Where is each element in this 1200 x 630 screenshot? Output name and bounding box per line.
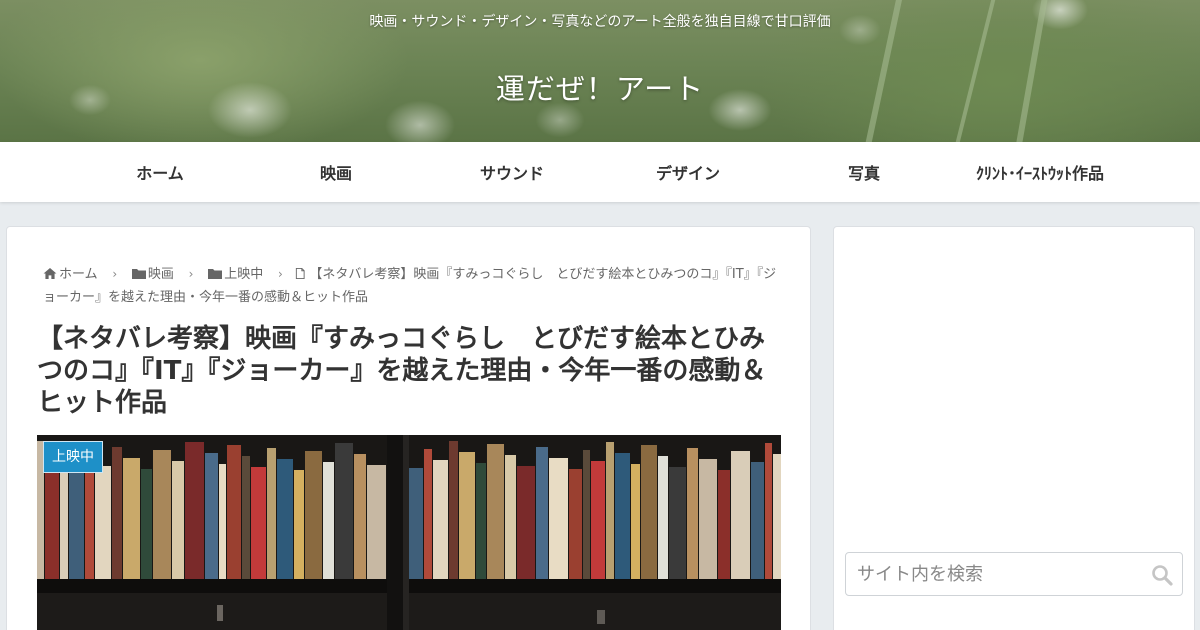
nav-item-home[interactable]: ホーム — [72, 142, 248, 202]
site-title[interactable]: 運だぜ！アート — [0, 66, 1200, 108]
search-icon[interactable] — [1150, 563, 1174, 587]
book-spine — [773, 454, 781, 579]
book-spine — [227, 445, 241, 579]
book-spine — [354, 454, 366, 579]
breadcrumb: ホーム › 映画 › 上映中 › 【ネタバレ考察】映画『すみっコぐらし とびだす… — [43, 263, 783, 309]
book-spine — [687, 448, 698, 579]
nav-item-movie[interactable]: 映画 — [248, 142, 424, 202]
book-spine — [536, 447, 548, 579]
book-spine — [505, 455, 516, 579]
folder-icon — [208, 269, 223, 279]
book-spine — [476, 463, 486, 579]
breadcrumb-category-label: 映画 — [147, 267, 174, 282]
breadcrumb-subcategory[interactable]: 上映中 — [204, 267, 267, 282]
book-spine — [459, 452, 475, 579]
book-spine — [699, 459, 717, 579]
breadcrumb-home-label: ホーム — [59, 267, 98, 282]
article-title: 【ネタバレ考察】映画『すみっコぐらし とびだす絵本とひみつのコ』『IT』『ジョー… — [37, 324, 767, 418]
category-badge[interactable]: 上映中 — [43, 441, 103, 473]
site-tagline: 映画・サウンド・デザイン・写真などのアート全般を独自目線で甘口評価 — [369, 14, 831, 30]
book-spine — [323, 462, 334, 579]
book-spine — [205, 453, 218, 579]
book-spine — [549, 458, 568, 579]
global-nav: ホーム 映画 サウンド デザイン 写真 ｸﾘﾝﾄ･ｲｰｽﾄｳｯﾄ作品 — [0, 142, 1200, 202]
book-spine — [251, 467, 266, 579]
book-spine — [185, 442, 204, 579]
book-spine — [424, 449, 432, 579]
eyecatch-image: 上映中 — [37, 435, 781, 630]
book-spine — [591, 461, 605, 579]
sidebar — [833, 226, 1195, 630]
book-spine — [615, 453, 630, 579]
book-spine — [765, 443, 772, 579]
site-header: 映画・サウンド・デザイン・写真などのアート全般を独自目線で甘口評価 運だぜ！アー… — [0, 0, 1200, 142]
book-spine — [569, 469, 582, 579]
search-input[interactable] — [846, 553, 1136, 595]
book-spine — [305, 451, 322, 579]
nav-item-sound[interactable]: サウンド — [424, 142, 600, 202]
book-spine — [658, 456, 668, 579]
nav-item-photo[interactable]: 写真 — [776, 142, 952, 202]
book-spine — [242, 456, 250, 579]
book-spine — [731, 451, 750, 579]
book-spine — [219, 464, 226, 579]
book-spine — [669, 467, 686, 579]
home-icon — [43, 268, 57, 279]
book-spine — [294, 470, 304, 579]
book-spine — [517, 466, 535, 579]
book-spine — [433, 460, 448, 579]
chevron-right-icon: › — [112, 267, 118, 281]
article-card: ホーム › 映画 › 上映中 › 【ネタバレ考察】映画『すみっコぐらし とびだす… — [6, 226, 811, 630]
book-spine — [751, 462, 764, 579]
file-icon — [296, 268, 305, 279]
book-spine — [112, 447, 122, 579]
breadcrumb-category[interactable]: 映画 — [128, 267, 178, 282]
book-spine — [641, 445, 657, 579]
book-spine — [85, 455, 94, 579]
book-spine — [123, 458, 140, 579]
book-spine — [95, 466, 111, 579]
nav-item-design[interactable]: デザイン — [600, 142, 776, 202]
book-spine — [718, 470, 730, 579]
book-spine — [153, 450, 171, 579]
book-spine — [606, 442, 614, 579]
book-spine — [583, 450, 590, 579]
book-spine — [449, 441, 458, 579]
breadcrumb-subcategory-label: 上映中 — [224, 267, 264, 282]
book-spine — [277, 459, 293, 579]
chevron-right-icon: › — [188, 267, 194, 281]
book-spine — [172, 461, 184, 579]
book-spine — [487, 444, 504, 579]
book-spine — [141, 469, 152, 579]
search-box — [845, 552, 1183, 596]
breadcrumb-home[interactable]: ホーム — [43, 267, 102, 282]
book-spine — [367, 465, 386, 579]
folder-icon — [131, 269, 146, 279]
nav-item-clint-eastwood[interactable]: ｸﾘﾝﾄ･ｲｰｽﾄｳｯﾄ作品 — [952, 142, 1128, 202]
book-spine — [267, 448, 276, 579]
book-spine — [631, 464, 640, 579]
bookshelf-image — [37, 435, 781, 630]
book-spine — [335, 443, 353, 579]
book-spine — [409, 468, 423, 579]
chevron-right-icon: › — [277, 267, 283, 281]
book-spine — [60, 463, 68, 579]
